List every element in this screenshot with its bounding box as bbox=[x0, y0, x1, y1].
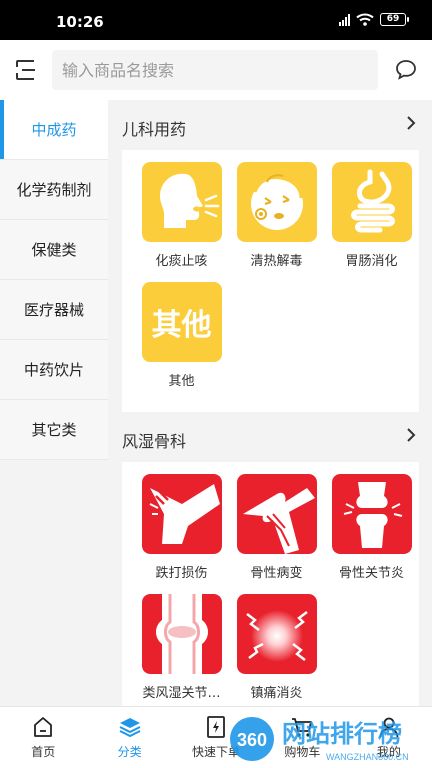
sidebar-item-chinese-patent-medicine[interactable]: 中成药 bbox=[0, 100, 108, 160]
other-icon: 其他 bbox=[141, 282, 222, 362]
subcategory-label: 跌打损伤 bbox=[155, 566, 208, 581]
signal-icon bbox=[339, 13, 350, 26]
subcategory-tile[interactable]: 清热解毒 bbox=[229, 162, 324, 282]
sidebar-item-label: 中药饮片 bbox=[23, 361, 84, 379]
quick-order-icon bbox=[207, 716, 225, 738]
subcategory-tile[interactable]: 胃肠消化 bbox=[324, 162, 419, 282]
subcategory-label: 化痰止咳 bbox=[155, 254, 208, 269]
category-sidebar: 中成药 化学药制剂 保健类 医疗器械 中药饮片 其它类 bbox=[0, 100, 108, 460]
subcategory-label: 其他 bbox=[168, 374, 195, 389]
sidebar-item-label: 化学药制剂 bbox=[16, 181, 92, 199]
subcategory-tile[interactable]: 镇痛消炎 bbox=[229, 594, 324, 706]
subcategory-tile[interactable]: 类风湿关节… bbox=[134, 594, 229, 706]
sidebar-item-others[interactable]: 其它类 bbox=[0, 400, 108, 460]
sidebar-item-label: 中成药 bbox=[31, 121, 77, 139]
subcategory-tile[interactable]: 骨性病变 bbox=[229, 474, 324, 594]
nav-category[interactable]: 分类 bbox=[86, 707, 172, 768]
category-icon bbox=[119, 718, 141, 738]
section-title: 儿科用药 bbox=[122, 120, 187, 139]
cough-icon bbox=[141, 162, 222, 242]
status-icons: 69 bbox=[339, 13, 409, 26]
svg-text:360: 360 bbox=[237, 730, 267, 750]
status-bar: 10:26 69 bbox=[0, 0, 432, 40]
svg-text:WANGZHAN360.CN: WANGZHAN360.CN bbox=[326, 752, 409, 762]
category-content: 儿科用药 化痰止咳 清热解毒 胃肠消化 其他 其他 风湿骨科 跌打损伤 骨性病变… bbox=[108, 100, 432, 706]
other-icon-text: 其他 bbox=[151, 308, 212, 343]
subcategory-label: 骨性病变 bbox=[250, 566, 303, 581]
nav-label: 首页 bbox=[31, 745, 56, 759]
sidebar-item-medical-devices[interactable]: 医疗器械 bbox=[0, 280, 108, 340]
battery-icon: 69 bbox=[380, 13, 409, 26]
subcategory-label: 清热解毒 bbox=[250, 254, 303, 269]
home-icon bbox=[34, 717, 53, 737]
subcategory-label: 胃肠消化 bbox=[345, 254, 398, 269]
sidebar-item-label: 医疗器械 bbox=[23, 301, 84, 319]
section-title: 风湿骨科 bbox=[122, 432, 187, 451]
subcategory-grid-orthopedic: 跌打损伤 骨性病变 骨性关节炎 类风湿关节… 镇痛消炎 bbox=[122, 462, 419, 706]
watermark-logo: 360 网站排行榜 WANGZHAN360.CN bbox=[230, 717, 409, 762]
subcategory-label: 类风湿关节… bbox=[142, 686, 221, 701]
message-icon[interactable] bbox=[394, 58, 418, 82]
sidebar-item-label: 其它类 bbox=[31, 421, 77, 439]
sidebar-item-health-products[interactable]: 保健类 bbox=[0, 220, 108, 280]
subcategory-label: 骨性关节炎 bbox=[338, 566, 404, 581]
arthritis-icon bbox=[331, 474, 412, 554]
subcategory-grid-pediatric: 化痰止咳 清热解毒 胃肠消化 其他 其他 bbox=[122, 150, 419, 412]
knee-injury-icon bbox=[141, 474, 222, 554]
subcategory-tile[interactable]: 骨性关节炎 bbox=[324, 474, 419, 594]
bone-lesion-icon bbox=[236, 474, 317, 554]
status-time: 10:26 bbox=[56, 13, 104, 31]
chevron-right-icon[interactable] bbox=[404, 426, 418, 444]
subcategory-tile[interactable]: 其他 其他 bbox=[134, 282, 229, 402]
search-input[interactable] bbox=[62, 60, 378, 80]
sidebar-background bbox=[0, 460, 108, 708]
subcategory-tile[interactable]: 跌打损伤 bbox=[134, 474, 229, 594]
rheumatoid-icon bbox=[141, 594, 222, 674]
pain-relief-icon bbox=[236, 594, 317, 674]
sidebar-item-chemical-drugs[interactable]: 化学药制剂 bbox=[0, 160, 108, 220]
section-header-pediatric[interactable]: 儿科用药 bbox=[108, 100, 432, 150]
search-box[interactable] bbox=[52, 50, 378, 90]
scan-icon[interactable] bbox=[14, 58, 38, 82]
subcategory-tile[interactable]: 化痰止咳 bbox=[134, 162, 229, 282]
section-header-orthopedic[interactable]: 风湿骨科 bbox=[108, 412, 432, 462]
stomach-icon bbox=[331, 162, 412, 242]
nav-label: 分类 bbox=[117, 745, 142, 759]
fever-icon bbox=[236, 162, 317, 242]
sidebar-item-label: 保健类 bbox=[31, 241, 77, 259]
svg-text:网站排行榜: 网站排行榜 bbox=[282, 720, 402, 748]
chevron-right-icon[interactable] bbox=[404, 114, 418, 132]
subcategory-label: 镇痛消炎 bbox=[250, 686, 303, 701]
nav-home[interactable]: 首页 bbox=[0, 707, 86, 768]
header bbox=[0, 40, 432, 100]
wifi-icon bbox=[356, 13, 374, 26]
sidebar-item-herbal-slices[interactable]: 中药饮片 bbox=[0, 340, 108, 400]
